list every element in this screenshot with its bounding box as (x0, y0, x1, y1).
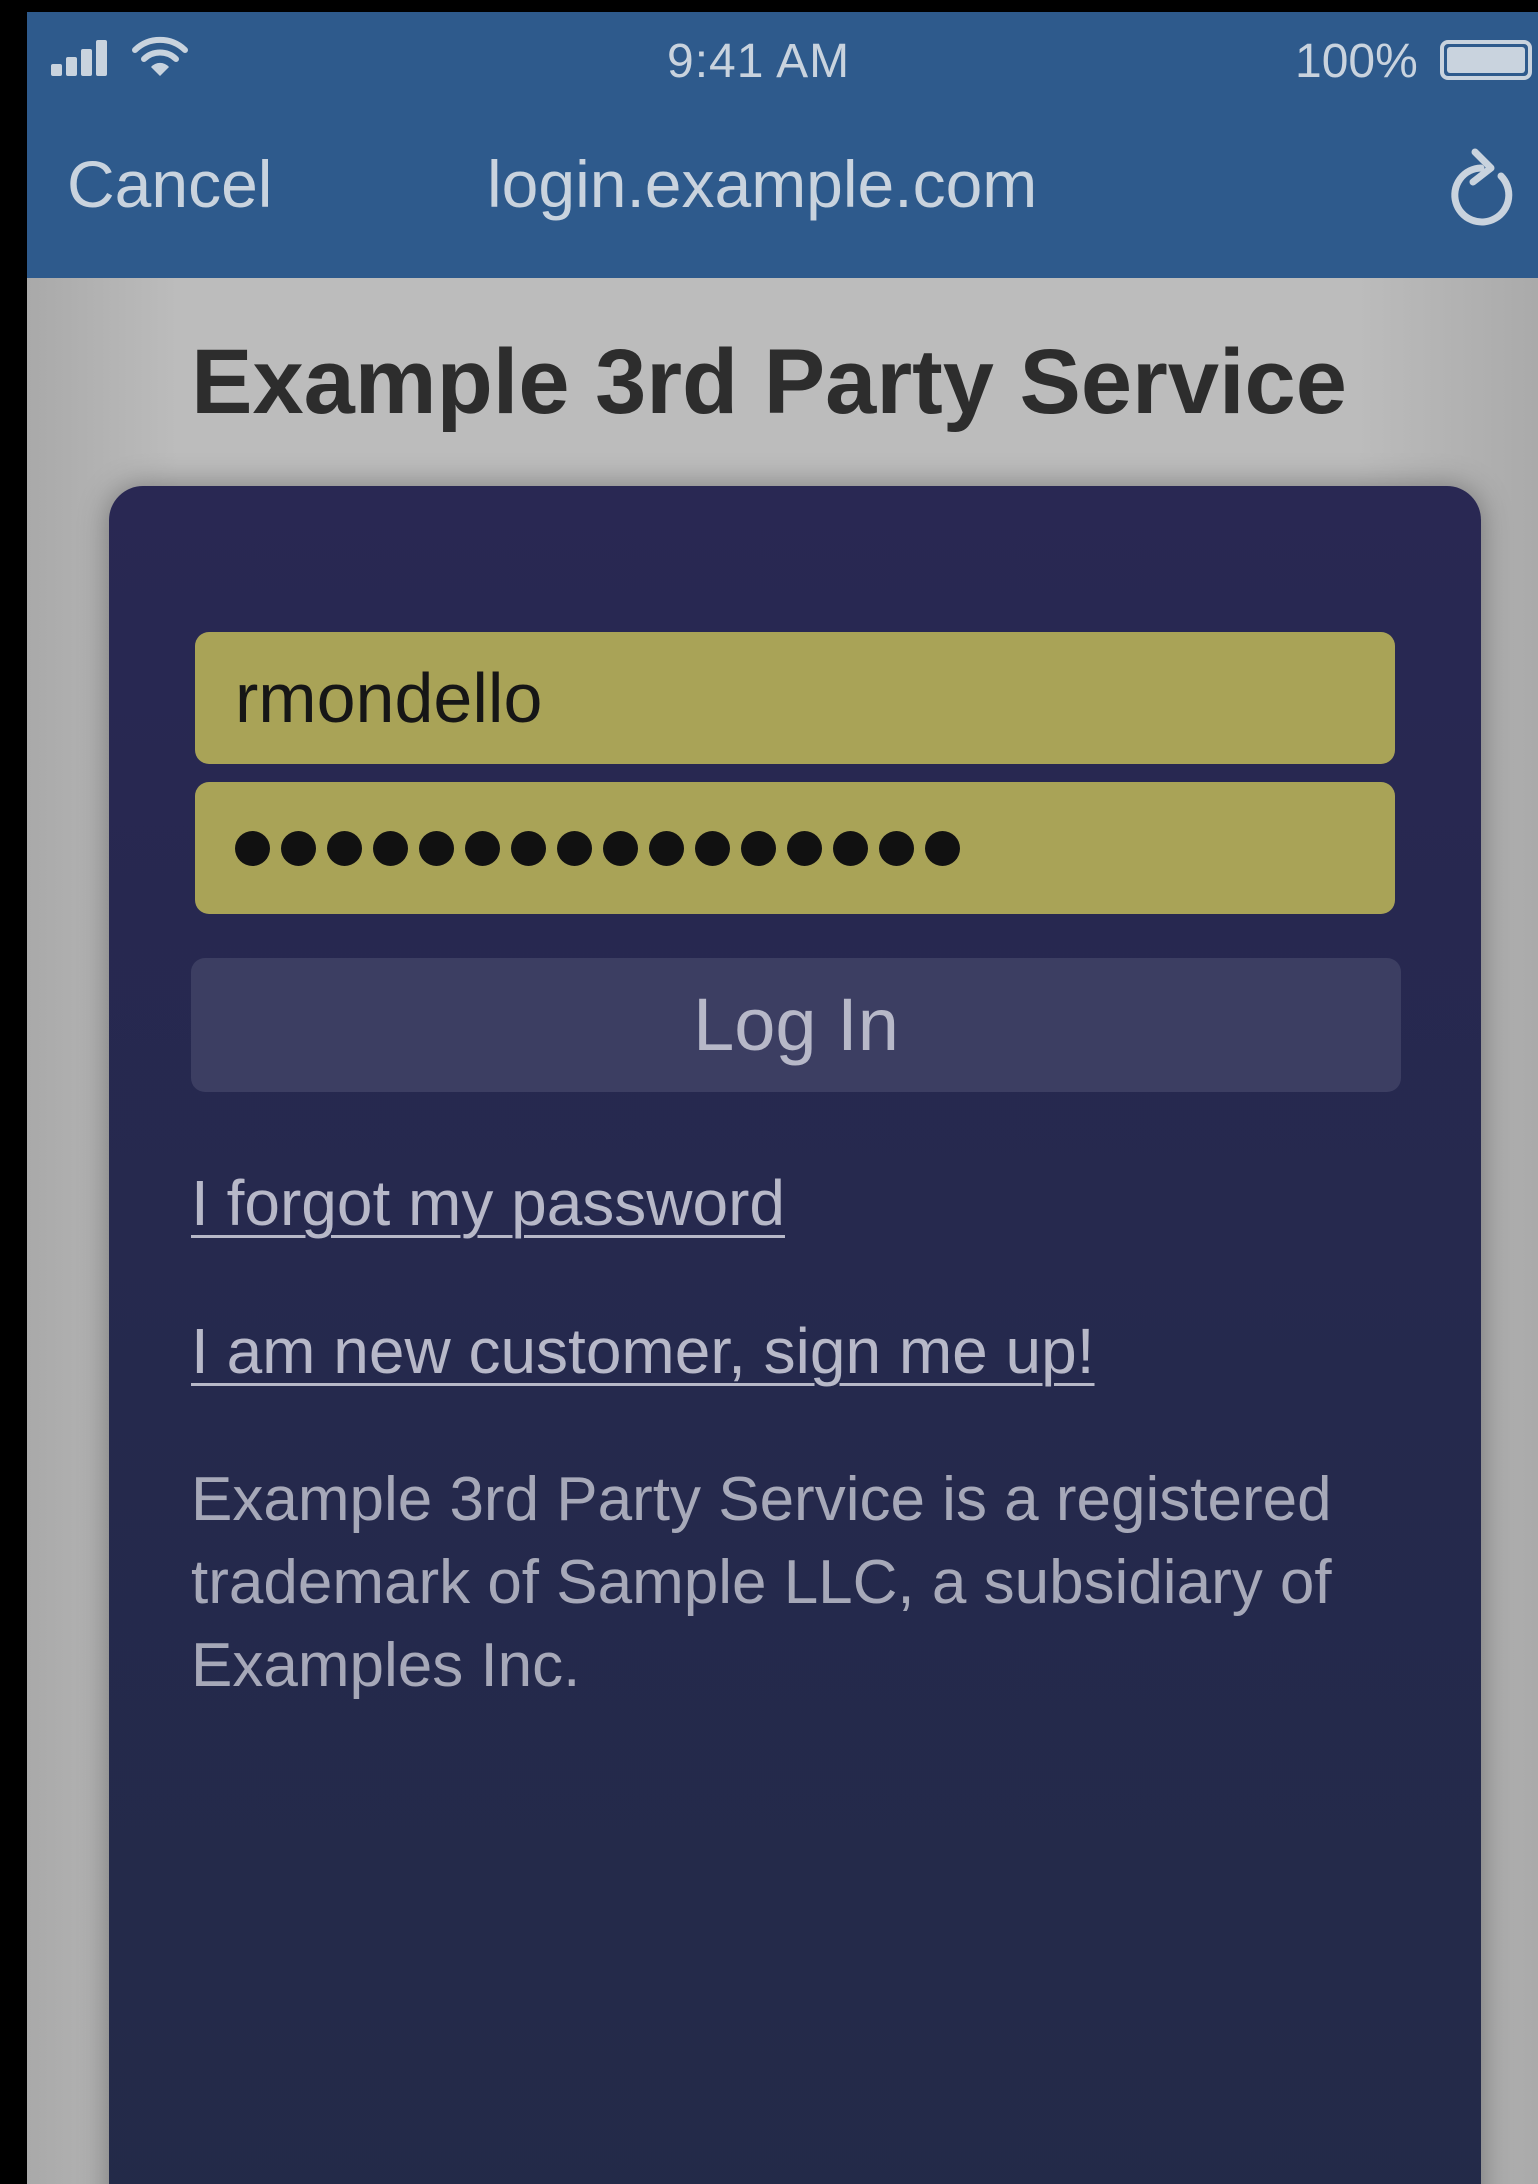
username-field[interactable]: rmondello (195, 632, 1395, 764)
password-dot (465, 830, 500, 866)
trademark-notice: Example 3rd Party Service is a registere… (191, 1465, 1332, 1700)
password-dot (511, 830, 546, 866)
password-dot (695, 830, 730, 866)
battery-percent: 100% (1295, 35, 1418, 88)
signup-link[interactable]: I am new customer, sign me up! (191, 1314, 1095, 1388)
browser-screen: 9:41 AM 100% Cancel login.example.com Ex… (27, 12, 1538, 2184)
password-dot (741, 830, 776, 866)
signal-bars-icon (51, 40, 123, 76)
battery-level-fill (1447, 47, 1525, 73)
password-dot (925, 830, 960, 866)
password-dot (235, 830, 270, 866)
password-dot (281, 830, 316, 866)
password-dot (373, 830, 408, 866)
login-card: rmondello Log In I forgot my password I … (109, 486, 1481, 2184)
cancel-button[interactable]: Cancel (67, 146, 272, 222)
page-title: Example 3rd Party Service (191, 331, 1347, 433)
login-button[interactable]: Log In (191, 958, 1401, 1092)
status-bar: 9:41 AM 100% (27, 12, 1538, 112)
reload-icon[interactable] (1439, 138, 1523, 234)
password-dot (833, 830, 868, 866)
password-dot (787, 830, 822, 866)
status-time: 9:41 AM (667, 35, 851, 88)
password-dot (603, 830, 638, 866)
forgot-password-link[interactable]: I forgot my password (191, 1166, 785, 1240)
password-dot (327, 830, 362, 866)
password-dot (419, 830, 454, 866)
password-field[interactable] (195, 782, 1395, 914)
url-label: login.example.com (487, 147, 1038, 221)
browser-nav-bar: Cancel login.example.com (27, 112, 1538, 278)
battery-icon (1440, 40, 1532, 80)
password-dot (557, 830, 592, 866)
browser-top-bar: 9:41 AM 100% Cancel login.example.com (27, 12, 1538, 278)
password-dot (879, 830, 914, 866)
password-dot (649, 830, 684, 866)
wifi-icon (132, 36, 188, 76)
password-dots (235, 782, 1395, 914)
